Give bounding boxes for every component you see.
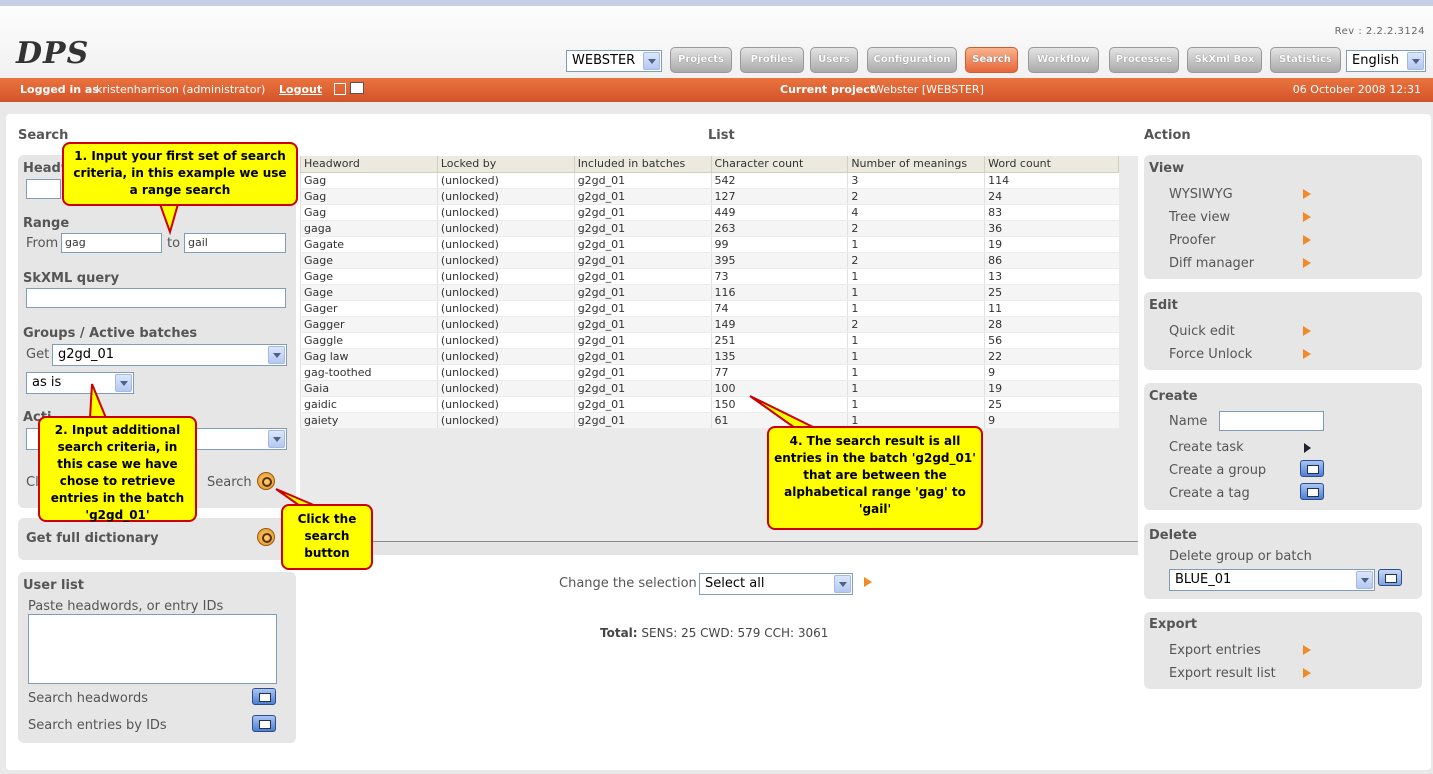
callout-step-2: 2. Input additional search criteria, in … bbox=[38, 416, 197, 522]
callout-pointers bbox=[88, 203, 816, 507]
callout-step-3: Click the search button bbox=[281, 504, 373, 570]
callout-step-4: 4. The search result is all entries in t… bbox=[767, 426, 983, 530]
callout-step-1: 1. Input your first set of search criter… bbox=[62, 142, 298, 206]
